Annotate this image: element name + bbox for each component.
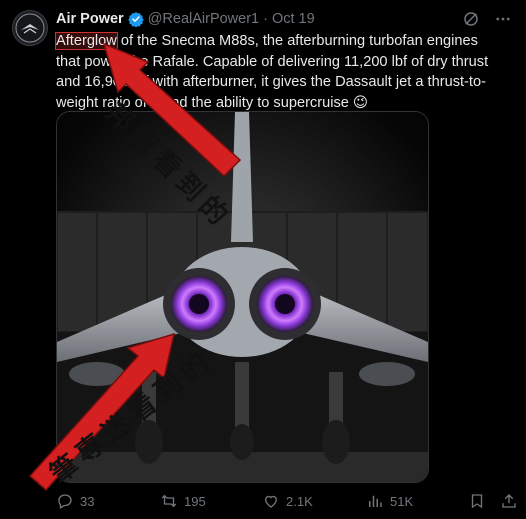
- author-name[interactable]: Air Power: [56, 11, 124, 27]
- verified-badge-icon: [127, 12, 144, 27]
- repost-button[interactable]: 195: [160, 492, 206, 510]
- bookmark-icon: [471, 494, 483, 509]
- tweet-date[interactable]: Oct 19: [272, 11, 315, 27]
- air-power-logo-icon: [15, 13, 45, 43]
- like-button[interactable]: 2.1K: [262, 492, 313, 510]
- tweet[interactable]: Air Power @RealAirPower1 · Oct 19 Afterg…: [0, 0, 526, 519]
- repost-count: 195: [184, 493, 206, 509]
- like-icon: [265, 495, 277, 508]
- share-button[interactable]: [500, 492, 518, 510]
- separator-dot: ·: [263, 11, 268, 27]
- reply-icon: [58, 494, 72, 509]
- top-actions: [462, 10, 512, 28]
- author-handle[interactable]: @RealAirPower1: [148, 11, 259, 27]
- tweet-header: Air Power @RealAirPower1 · Oct 19: [56, 11, 315, 27]
- more-icon[interactable]: [494, 10, 512, 28]
- reply-count: 33: [80, 493, 95, 509]
- view-count: 51K: [390, 493, 414, 509]
- views-button[interactable]: 51K: [366, 492, 413, 510]
- avatar[interactable]: [12, 10, 48, 46]
- like-count: 2.1K: [286, 493, 313, 509]
- grok-icon[interactable]: [462, 10, 480, 28]
- reply-button[interactable]: 33: [56, 492, 94, 510]
- bookmark-button[interactable]: [468, 492, 486, 510]
- views-icon: [369, 495, 382, 507]
- share-icon: [502, 494, 516, 508]
- wink-emoji: 😉: [352, 94, 369, 111]
- repost-icon: [161, 494, 177, 508]
- tweet-actions: 33 195 2.1K 51K: [56, 490, 516, 512]
